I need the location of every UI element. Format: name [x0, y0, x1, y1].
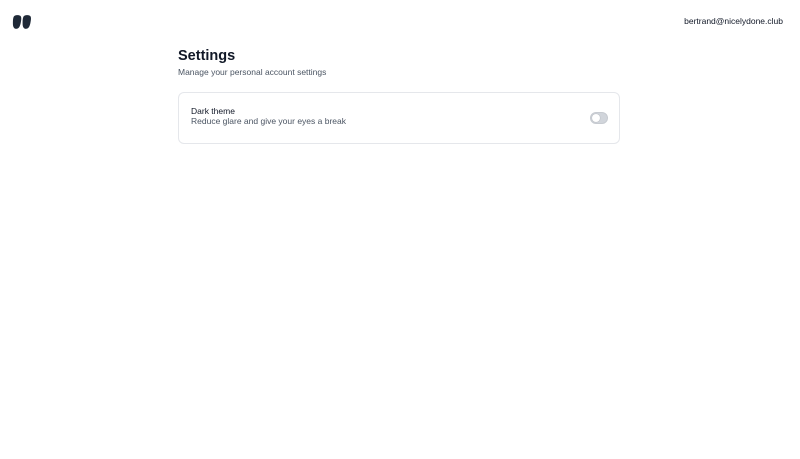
- setting-description: Reduce glare and give your eyes a break: [191, 116, 346, 126]
- brand-logo-icon[interactable]: [12, 14, 32, 30]
- page-header: Settings Manage your personal account se…: [178, 47, 326, 78]
- page-title: Settings: [178, 48, 236, 64]
- setting-card-dark-theme: Dark theme Reduce glare and give your ey…: [178, 92, 620, 144]
- user-email[interactable]: bertrand@nicelydone.club: [684, 16, 783, 26]
- toggle-knob: [592, 114, 600, 122]
- dark-theme-toggle[interactable]: [590, 112, 608, 124]
- setting-text: Dark theme Reduce glare and give your ey…: [191, 105, 346, 127]
- top-bar: bertrand@nicelydone.club: [0, 0, 800, 44]
- page-subtitle: Manage your personal account settings: [178, 67, 327, 77]
- settings-page: bertrand@nicelydone.club Settings Manage…: [0, 0, 800, 459]
